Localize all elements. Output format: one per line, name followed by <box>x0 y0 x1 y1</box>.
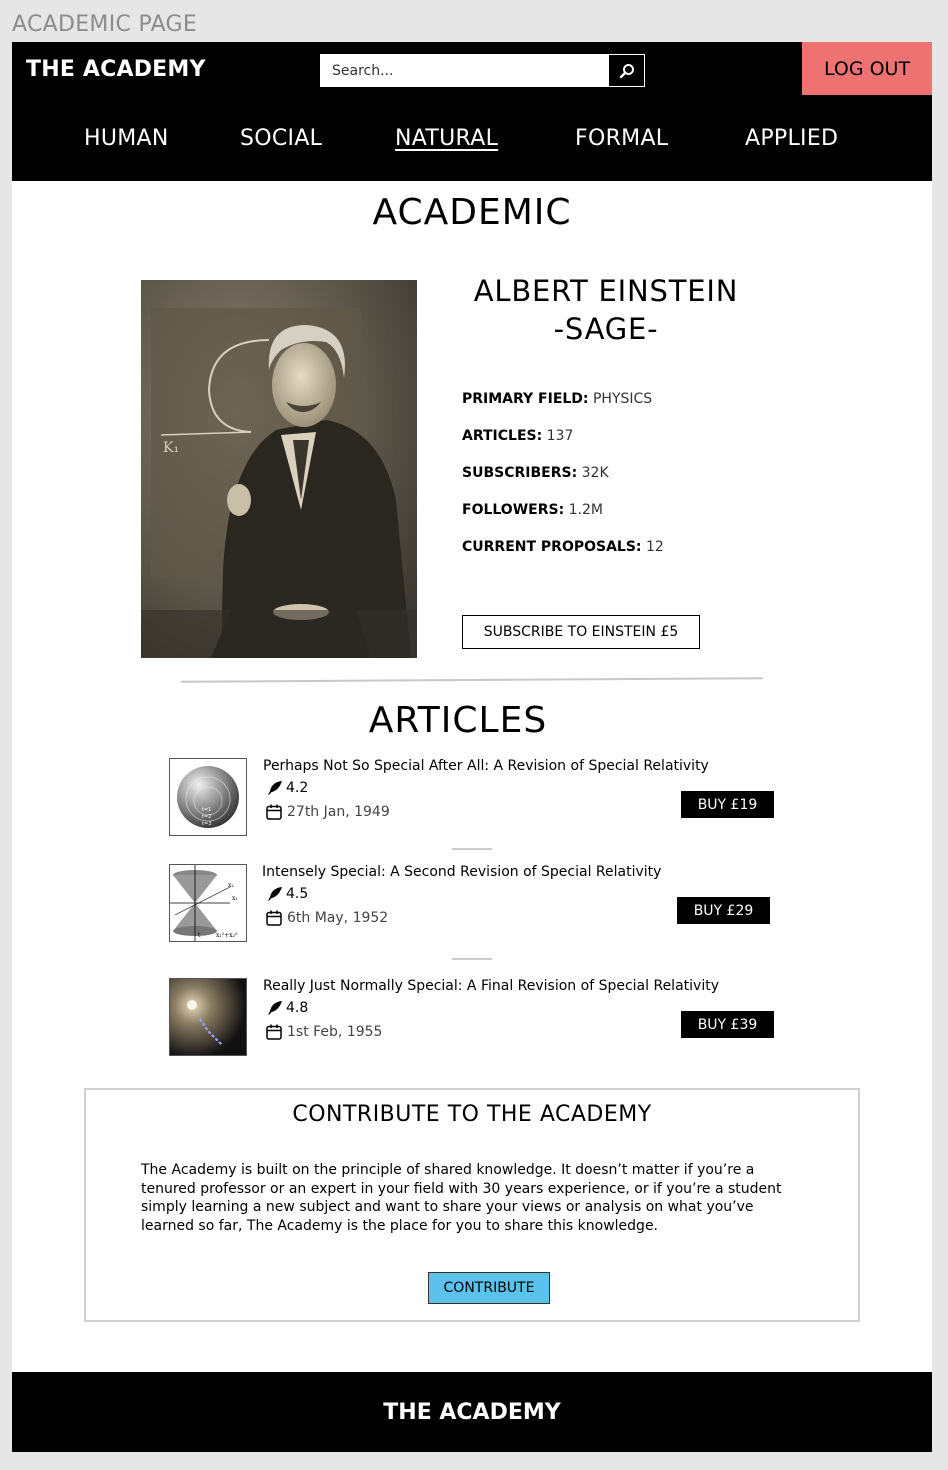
nav-item-applied[interactable]: APPLIED <box>745 126 838 151</box>
stat-label: CURRENT PROPOSALS: <box>462 539 642 555</box>
page-frame: THE ACADEMY LOG OUT HUMAN SOCIAL NATURAL… <box>12 42 932 1452</box>
buy-button[interactable]: BUY £29 <box>677 897 770 924</box>
calendar-icon <box>266 1024 282 1040</box>
article-title[interactable]: Perhaps Not So Special After All: A Revi… <box>263 758 709 774</box>
contribute-panel: CONTRIBUTE TO THE ACADEMY The Academy is… <box>84 1088 860 1322</box>
svg-text:K₁: K₁ <box>163 440 179 456</box>
stat-followers: FOLLOWERS: 1.2M <box>462 501 664 538</box>
header: THE ACADEMY LOG OUT HUMAN SOCIAL NATURAL… <box>12 42 932 181</box>
stat-label: FOLLOWERS: <box>462 502 565 518</box>
contribute-button[interactable]: CONTRIBUTE <box>428 1272 550 1304</box>
article-title[interactable]: Really Just Normally Special: A Final Re… <box>263 978 719 994</box>
stat-label: ARTICLES: <box>462 428 543 444</box>
article-date-value: 6th May, 1952 <box>287 910 389 926</box>
buy-button[interactable]: BUY £39 <box>681 1011 774 1038</box>
search-bar <box>319 53 646 88</box>
profile-name: ALBERT EINSTEIN <box>473 274 739 308</box>
stat-value: PHYSICS <box>592 391 653 407</box>
article-date: 27th Jan, 1949 <box>265 803 390 821</box>
footer-brand[interactable]: THE ACADEMY <box>383 1400 560 1425</box>
svg-text:x₁: x₁ <box>232 895 238 902</box>
nav-item-social[interactable]: SOCIAL <box>240 126 322 151</box>
stat-label: PRIMARY FIELD: <box>462 391 589 407</box>
articles-heading: ARTICLES <box>368 700 548 741</box>
section-divider <box>180 677 764 683</box>
profile-rank: -SAGE- <box>553 312 659 346</box>
article-date-value: 1st Feb, 1955 <box>287 1024 383 1040</box>
article-date: 6th May, 1952 <box>265 909 388 927</box>
article-date-value: 27th Jan, 1949 <box>287 804 390 820</box>
profile-heading: ALBERT EINSTEIN -SAGE- <box>452 272 760 348</box>
svg-text:t=3: t=3 <box>202 821 211 827</box>
search-button[interactable] <box>608 54 645 87</box>
profile-stats: PRIMARY FIELD: PHYSICS ARTICLES: 137 SUB… <box>462 390 664 575</box>
article-item: t=1 t=2 t=3 Perhaps Not So Special After… <box>169 758 774 838</box>
page-label: ACADEMIC PAGE <box>12 12 198 37</box>
article-thumbnail[interactable]: t=1 t=2 t=3 <box>169 758 247 836</box>
brand-logo[interactable]: THE ACADEMY <box>26 57 206 82</box>
calendar-icon <box>266 910 282 926</box>
article-item: x₂ x₁ x₁²+x₂² t Intensely Special: A Sec… <box>169 864 774 944</box>
nav-item-human[interactable]: HUMAN <box>84 126 169 151</box>
search-input[interactable] <box>320 54 608 87</box>
svg-text:t=2: t=2 <box>202 814 211 820</box>
category-nav: HUMAN SOCIAL NATURAL FORMAL APPLIED <box>12 124 932 164</box>
svg-text:x₁²+x₂²: x₁²+x₂² <box>216 932 238 939</box>
quill-icon <box>268 887 282 901</box>
contribute-title: CONTRIBUTE TO THE ACADEMY <box>292 1102 652 1127</box>
article-rating: 4.8 <box>267 1000 308 1016</box>
nav-item-natural[interactable]: NATURAL <box>395 126 498 151</box>
article-item: Really Just Normally Special: A Final Re… <box>169 978 774 1058</box>
article-rating: 4.5 <box>267 886 308 902</box>
quill-icon <box>268 781 282 795</box>
contribute-text: The Academy is built on the principle of… <box>141 1162 782 1234</box>
profile-portrait: K₁ <box>141 280 417 658</box>
logout-button[interactable]: LOG OUT <box>802 42 932 95</box>
stat-label: SUBSCRIBERS: <box>462 465 578 481</box>
footer: THE ACADEMY <box>12 1372 932 1452</box>
article-divider <box>452 958 492 960</box>
article-rating-value: 4.5 <box>286 886 309 902</box>
article-rating: 4.2 <box>267 780 308 796</box>
stat-value: 12 <box>646 539 664 555</box>
nav-item-formal[interactable]: FORMAL <box>575 126 668 151</box>
article-rating-value: 4.8 <box>286 1000 309 1016</box>
stat-current-proposals: CURRENT PROPOSALS: 12 <box>462 538 664 575</box>
article-date: 1st Feb, 1955 <box>265 1023 382 1041</box>
stat-articles: ARTICLES: 137 <box>462 427 664 464</box>
svg-text:t=1: t=1 <box>202 807 211 813</box>
buy-button[interactable]: BUY £19 <box>681 791 774 818</box>
stat-subscribers: SUBSCRIBERS: 32K <box>462 464 664 501</box>
stat-value: 1.2M <box>568 502 603 518</box>
quill-icon <box>268 1001 282 1015</box>
stat-value: 137 <box>546 428 574 444</box>
page-title: ACADEMIC <box>372 192 572 233</box>
calendar-icon <box>266 804 282 820</box>
article-rating-value: 4.2 <box>286 780 309 796</box>
article-divider <box>452 848 492 850</box>
stat-value: 32K <box>581 465 609 481</box>
article-thumbnail[interactable] <box>169 978 247 1056</box>
subscribe-button[interactable]: SUBSCRIBE TO EINSTEIN £5 <box>462 615 700 649</box>
search-icon <box>619 63 634 78</box>
svg-text:x₂: x₂ <box>228 882 234 889</box>
article-thumbnail[interactable]: x₂ x₁ x₁²+x₂² t <box>169 864 247 942</box>
article-title[interactable]: Intensely Special: A Second Revision of … <box>262 864 661 880</box>
stat-primary-field: PRIMARY FIELD: PHYSICS <box>462 390 664 427</box>
